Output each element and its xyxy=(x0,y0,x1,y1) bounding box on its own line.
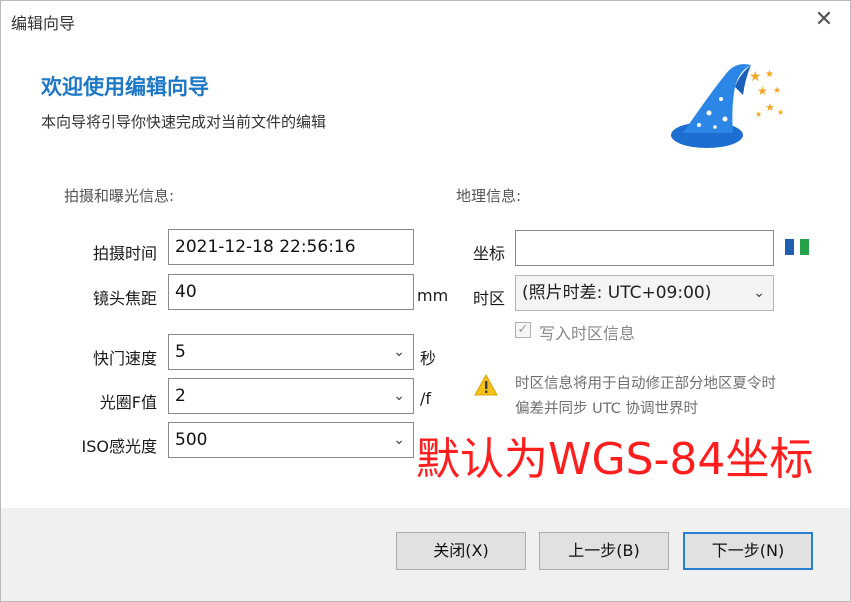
close-icon[interactable]: ✕ xyxy=(804,3,844,37)
svg-text:★: ★ xyxy=(773,86,781,96)
iso-select[interactable]: 500 ⌄ xyxy=(168,422,414,458)
iso-value: 500 xyxy=(175,430,208,450)
aperture-select[interactable]: 2 ⌄ xyxy=(168,378,414,414)
svg-text:★: ★ xyxy=(765,101,775,114)
svg-text:★: ★ xyxy=(765,69,774,80)
page-title: 欢迎使用编辑向导 xyxy=(41,75,209,99)
aperture-value: 2 xyxy=(175,386,186,406)
close-button[interactable]: 关闭(X) xyxy=(396,532,526,570)
shot-time-label: 拍摄时间 xyxy=(92,244,157,263)
next-button[interactable]: 下一步(N) xyxy=(683,532,813,570)
aperture-unit: /f xyxy=(420,389,432,408)
focal-length-unit: mm xyxy=(417,286,449,305)
shot-time-field[interactable]: 2021-12-18 22:56:16 xyxy=(168,229,414,265)
chevron-down-icon: ⌄ xyxy=(393,388,405,404)
geo-group-label: 地理信息: xyxy=(456,187,522,205)
previous-button[interactable]: 上一步(B) xyxy=(539,532,669,570)
shutter-speed-unit: 秒 xyxy=(420,349,437,368)
write-timezone-checkbox[interactable]: ✓ xyxy=(515,322,531,338)
focal-length-label: 镜头焦距 xyxy=(92,289,157,308)
coordinate-field[interactable] xyxy=(515,230,774,266)
shutter-speed-label: 快门速度 xyxy=(92,349,157,368)
timezone-value: (照片时差: UTC+09:00) xyxy=(522,283,712,303)
wizard-hat-icon: ★ ★ ★ ★ ★ ★ ★ xyxy=(671,64,784,148)
timezone-note-line2: 偏差并同步 UTC 协调世界时 xyxy=(515,401,698,417)
map-pick-icon[interactable] xyxy=(784,236,810,258)
iso-label: ISO感光度 xyxy=(81,437,157,456)
timezone-label: 时区 xyxy=(472,289,505,308)
page-subtitle: 本向导将引导你快速完成对当前文件的编辑 xyxy=(41,113,327,131)
exposure-group-label: 拍摄和曝光信息: xyxy=(64,187,175,205)
shutter-speed-value: 5 xyxy=(175,342,186,362)
annotation-overlay-text: 默认为WGS-84坐标 xyxy=(416,434,814,485)
timezone-select[interactable]: (照片时差: UTC+09:00) ⌄ xyxy=(515,275,774,311)
focal-length-field[interactable]: 40 xyxy=(168,274,414,310)
coordinate-label: 坐标 xyxy=(472,244,505,263)
chevron-down-icon: ⌄ xyxy=(393,432,405,448)
write-timezone-label: 写入时区信息 xyxy=(539,324,636,343)
timezone-note: 时区信息将用于自动修正部分地区夏令时 偏差并同步 UTC 协调世界时 xyxy=(515,372,835,422)
chevron-down-icon: ⌄ xyxy=(753,285,765,301)
warning-icon xyxy=(474,374,498,396)
svg-text:★: ★ xyxy=(777,108,784,117)
aperture-label: 光圈F值 xyxy=(99,393,157,412)
timezone-note-line1: 时区信息将用于自动修正部分地区夏令时 xyxy=(515,376,776,392)
svg-text:★: ★ xyxy=(757,84,768,98)
title-bar: 编辑向导 ✕ xyxy=(1,1,850,39)
svg-text:★: ★ xyxy=(755,110,762,119)
svg-text:★: ★ xyxy=(749,69,762,85)
shutter-speed-select[interactable]: 5 ⌄ xyxy=(168,334,414,370)
wizard-window: 编辑向导 ✕ 欢迎使用编辑向导 本向导将引导你快速完成对当前文件的编辑 ★ ★ … xyxy=(0,0,851,602)
window-title: 编辑向导 xyxy=(11,14,76,33)
chevron-down-icon: ⌄ xyxy=(393,344,405,360)
